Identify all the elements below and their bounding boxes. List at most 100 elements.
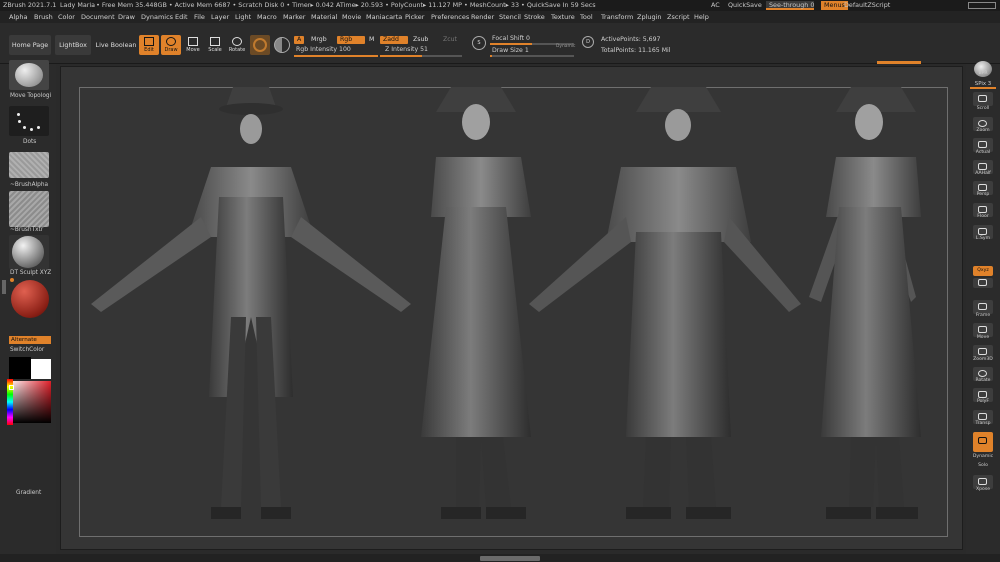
scale-icon — [210, 37, 220, 46]
menu-color[interactable]: Color — [58, 11, 75, 23]
dynamic-toggle[interactable]: Dynamic — [556, 44, 575, 49]
material-sphere-icon — [253, 38, 267, 52]
brush-preview-button[interactable] — [9, 60, 49, 90]
transp-label: Transp — [975, 421, 991, 426]
material-button[interactable] — [9, 235, 49, 269]
secondary-color-swatch[interactable] — [31, 359, 51, 379]
model-side-view — [421, 87, 531, 519]
move-view-icon — [978, 326, 987, 333]
menu-file[interactable]: File — [194, 11, 205, 23]
menu-zscript[interactable]: Zscript — [667, 11, 690, 23]
title-bar: ZBrush 2021.7.1 Lady Maria . • Free Mem … — [0, 0, 1000, 11]
rgb-intensity-slider[interactable] — [294, 55, 378, 57]
rotate-mode-button[interactable]: Rotate — [227, 35, 247, 55]
stroke-preview-button[interactable] — [9, 106, 49, 136]
brush-size-s-icon[interactable]: S — [472, 36, 486, 50]
z-intensity-label[interactable]: Z Intensity 51 — [385, 46, 428, 53]
draw-size-slider[interactable] — [490, 55, 574, 57]
move-mode-button[interactable]: Move — [183, 35, 203, 55]
quicksave-button[interactable]: QuickSave — [728, 0, 762, 11]
focal-shift-label[interactable]: Focal Shift 0 — [492, 35, 530, 42]
menu-movie[interactable]: Movie — [342, 11, 361, 23]
texture-toggle-icon[interactable] — [274, 37, 290, 53]
frame-button[interactable] — [973, 300, 993, 314]
see-through-slider[interactable]: See-through 0 — [766, 1, 814, 10]
edit-label: Edit — [144, 47, 154, 53]
menu-stroke[interactable]: Stroke — [524, 11, 545, 23]
edit-mode-button[interactable]: Edit — [139, 35, 159, 55]
model-side-view-right — [809, 87, 921, 519]
rgb-intensity-label[interactable]: Rgb Intensity 100 — [296, 46, 351, 53]
mrgb-toggle[interactable]: Mrgb — [308, 36, 330, 44]
zcut-toggle[interactable]: Zcut — [440, 36, 460, 44]
window-controls[interactable] — [968, 2, 996, 9]
lightbox-button[interactable]: LightBox — [55, 35, 91, 55]
dynamic-button[interactable] — [973, 432, 993, 452]
menu-layer[interactable]: Layer — [211, 11, 229, 23]
aahalf-label: AAHalf — [975, 171, 991, 176]
rgb-toggle[interactable]: Rgb — [337, 36, 365, 44]
color-sphere-button[interactable] — [9, 278, 49, 324]
draw-mode-button[interactable]: Draw — [161, 35, 181, 55]
menu-picker[interactable]: Picker — [405, 11, 424, 23]
menu-document[interactable]: Document — [81, 11, 115, 23]
home-page-button[interactable]: Home Page — [9, 35, 51, 55]
default-zscript-button[interactable]: DefaultZScript — [844, 0, 890, 11]
menu-texture[interactable]: Texture — [551, 11, 575, 23]
menu-edit[interactable]: Edit — [175, 11, 188, 23]
zsub-toggle[interactable]: Zsub — [410, 36, 431, 44]
stroke-name-label: Dots — [23, 139, 37, 145]
menu-draw[interactable]: Draw — [118, 11, 135, 23]
z-intensity-slider[interactable] — [380, 55, 462, 57]
zadd-toggle[interactable]: Zadd — [380, 36, 408, 44]
solo-toggle[interactable]: Solo — [966, 463, 1000, 468]
menu-stencil[interactable]: Stencil — [499, 11, 521, 23]
document-canvas[interactable] — [60, 66, 963, 550]
gradient-toggle[interactable]: Gradient — [16, 490, 41, 496]
z-intensity-fill — [380, 55, 422, 57]
menu-transform[interactable]: Transform — [601, 11, 633, 23]
menu-render[interactable]: Render — [471, 11, 494, 23]
menu-alpha[interactable]: Alpha — [9, 11, 27, 23]
brush-alpha-button[interactable] — [9, 152, 49, 178]
scale-mode-button[interactable]: Scale — [205, 35, 225, 55]
draw-size-label[interactable]: Draw Size 1 — [492, 47, 529, 54]
left-tray-handle[interactable] — [2, 280, 6, 294]
brush-size-d-icon[interactable]: D — [582, 36, 594, 48]
polyf-label: PolyF — [976, 399, 990, 404]
menu-zplugin[interactable]: Zplugin — [637, 11, 662, 23]
zbrush-window: ZBrush 2021.7.1 Lady Maria . • Free Mem … — [0, 0, 1000, 562]
menu-preferences[interactable]: Preferences — [431, 11, 469, 23]
aahalf-icon — [978, 163, 987, 170]
scroll-button[interactable] — [973, 92, 993, 106]
menu-light[interactable]: Light — [235, 11, 251, 23]
material-preview-button[interactable] — [250, 35, 270, 55]
brush-texture-button[interactable] — [9, 191, 49, 227]
move-label: Move — [186, 47, 200, 53]
spix-slider[interactable]: SPix 3 — [970, 81, 996, 89]
m-toggle[interactable]: M — [366, 36, 377, 44]
rotate-label: Rotate — [228, 47, 246, 53]
rotate-axis-button[interactable] — [973, 278, 993, 288]
bottom-tray-handle[interactable] — [480, 556, 540, 561]
model-viewport — [91, 87, 921, 519]
menu-marker[interactable]: Marker — [283, 11, 305, 23]
color-picker-square[interactable] — [7, 379, 51, 425]
menu-tool[interactable]: Tool — [580, 11, 593, 23]
focal-shift-name: Focal Shift — [492, 35, 525, 42]
draw-size-fill — [490, 55, 492, 57]
switch-color-button[interactable]: SwitchColor — [10, 347, 44, 353]
menu-dynamics[interactable]: Dynamics — [141, 11, 173, 23]
menu-material[interactable]: Material — [311, 11, 337, 23]
a-toggle[interactable]: A — [294, 36, 305, 44]
menu-macro[interactable]: Macro — [257, 11, 277, 23]
qxyz-button[interactable]: Qxyz — [973, 266, 993, 276]
menu-maniacarta[interactable]: Maniacarta — [366, 11, 402, 23]
primary-color-swatch[interactable] — [9, 357, 31, 379]
brush-texture-label: ~BrushTxtr — [10, 227, 44, 233]
live-boolean-button[interactable]: Live Boolean — [95, 35, 137, 55]
menu-help[interactable]: Help — [694, 11, 709, 23]
menu-brush[interactable]: Brush — [34, 11, 53, 23]
alternate-button[interactable]: Alternate — [9, 336, 51, 344]
material-name-label: DT Sculpt XYZ — [10, 270, 52, 276]
